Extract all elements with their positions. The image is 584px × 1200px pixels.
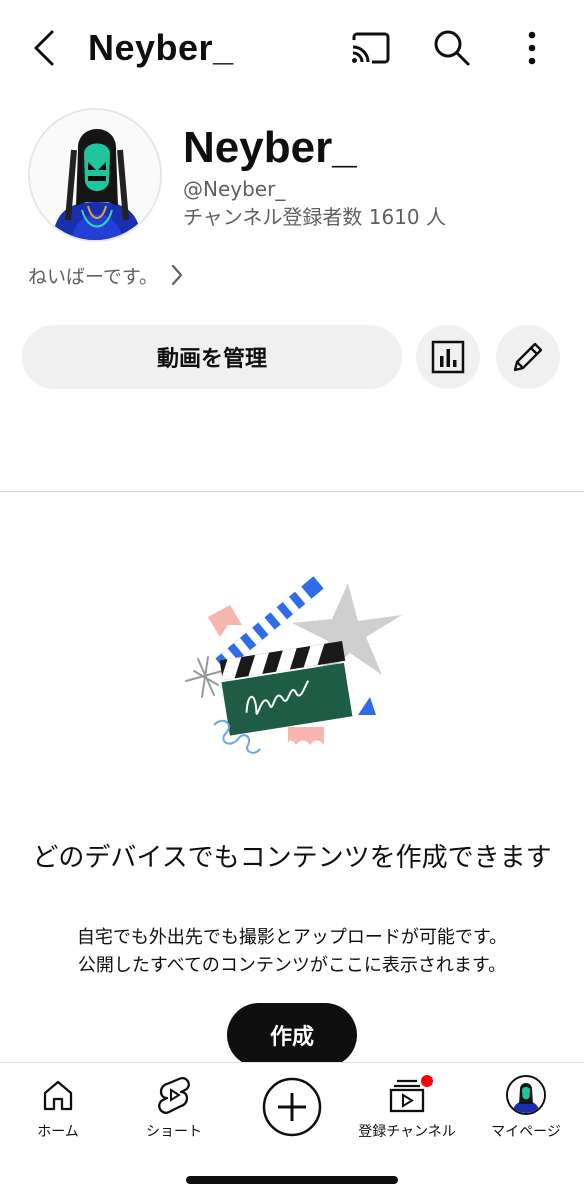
nav-create-button[interactable] [262,1077,322,1137]
nav-shorts[interactable]: ショート [119,1073,229,1153]
manage-videos-button[interactable]: 動画を管理 [22,325,402,389]
channel-name: Neyber_ [183,123,357,172]
channel-description-link[interactable]: ねいばーです。 [28,258,184,292]
edit-pencil-icon [513,342,543,372]
page-title: Neyber_ [88,27,234,68]
empty-state-subtitle-line2: 公開したすべてのコンテンツがここに表示されます。 [77,955,507,976]
nav-shorts-label: ショート [146,1124,202,1140]
cast-button[interactable] [346,24,394,72]
top-app-bar: Neyber_ [0,0,584,96]
nav-home[interactable]: ホーム [3,1073,113,1153]
back-button[interactable] [22,26,66,70]
search-button[interactable] [428,24,476,72]
search-icon [434,30,470,66]
home-icon [43,1080,73,1111]
nav-home-label: ホーム [37,1124,79,1140]
section-divider [0,491,584,492]
chevron-right-icon [170,263,184,287]
notification-dot [421,1075,433,1087]
shorts-icon [158,1077,190,1114]
subscriptions-icon [389,1079,425,1113]
channel-description: ねいばーです。 [28,265,158,288]
analytics-button[interactable] [416,325,480,389]
empty-state-subtitle-line1: 自宅でも外出先でも撮影とアップロードが可能です。 [76,927,508,948]
empty-state-subtitle: 自宅でも外出先でも撮影とアップロードが可能です。 公開したすべてのコンテンツがこ… [30,924,554,980]
more-vertical-icon [528,31,536,65]
back-arrow-icon [34,30,54,66]
edit-channel-button[interactable] [496,325,560,389]
home-indicator [186,1176,398,1184]
nav-mypage-label: マイページ [491,1124,561,1140]
plus-circle-icon [262,1077,322,1137]
nav-mypage[interactable]: マイページ [471,1073,581,1153]
cast-icon [352,32,390,64]
user-avatar [506,1075,546,1115]
nav-subscriptions-label: 登録チャンネル [358,1124,456,1140]
analytics-icon [431,340,465,374]
create-button[interactable]: 作成 [227,1003,357,1067]
more-options-button[interactable] [508,24,556,72]
nav-subscriptions[interactable]: 登録チャンネル [352,1073,462,1153]
channel-handle: @Neyber_ [183,177,286,201]
channel-avatar[interactable] [28,108,162,242]
clapperboard-illustration [170,575,420,760]
empty-state-title: どのデバイスでもコンテンツを作成できます [32,843,552,873]
subscriber-count: チャンネル登録者数 1610 人 [183,205,447,229]
